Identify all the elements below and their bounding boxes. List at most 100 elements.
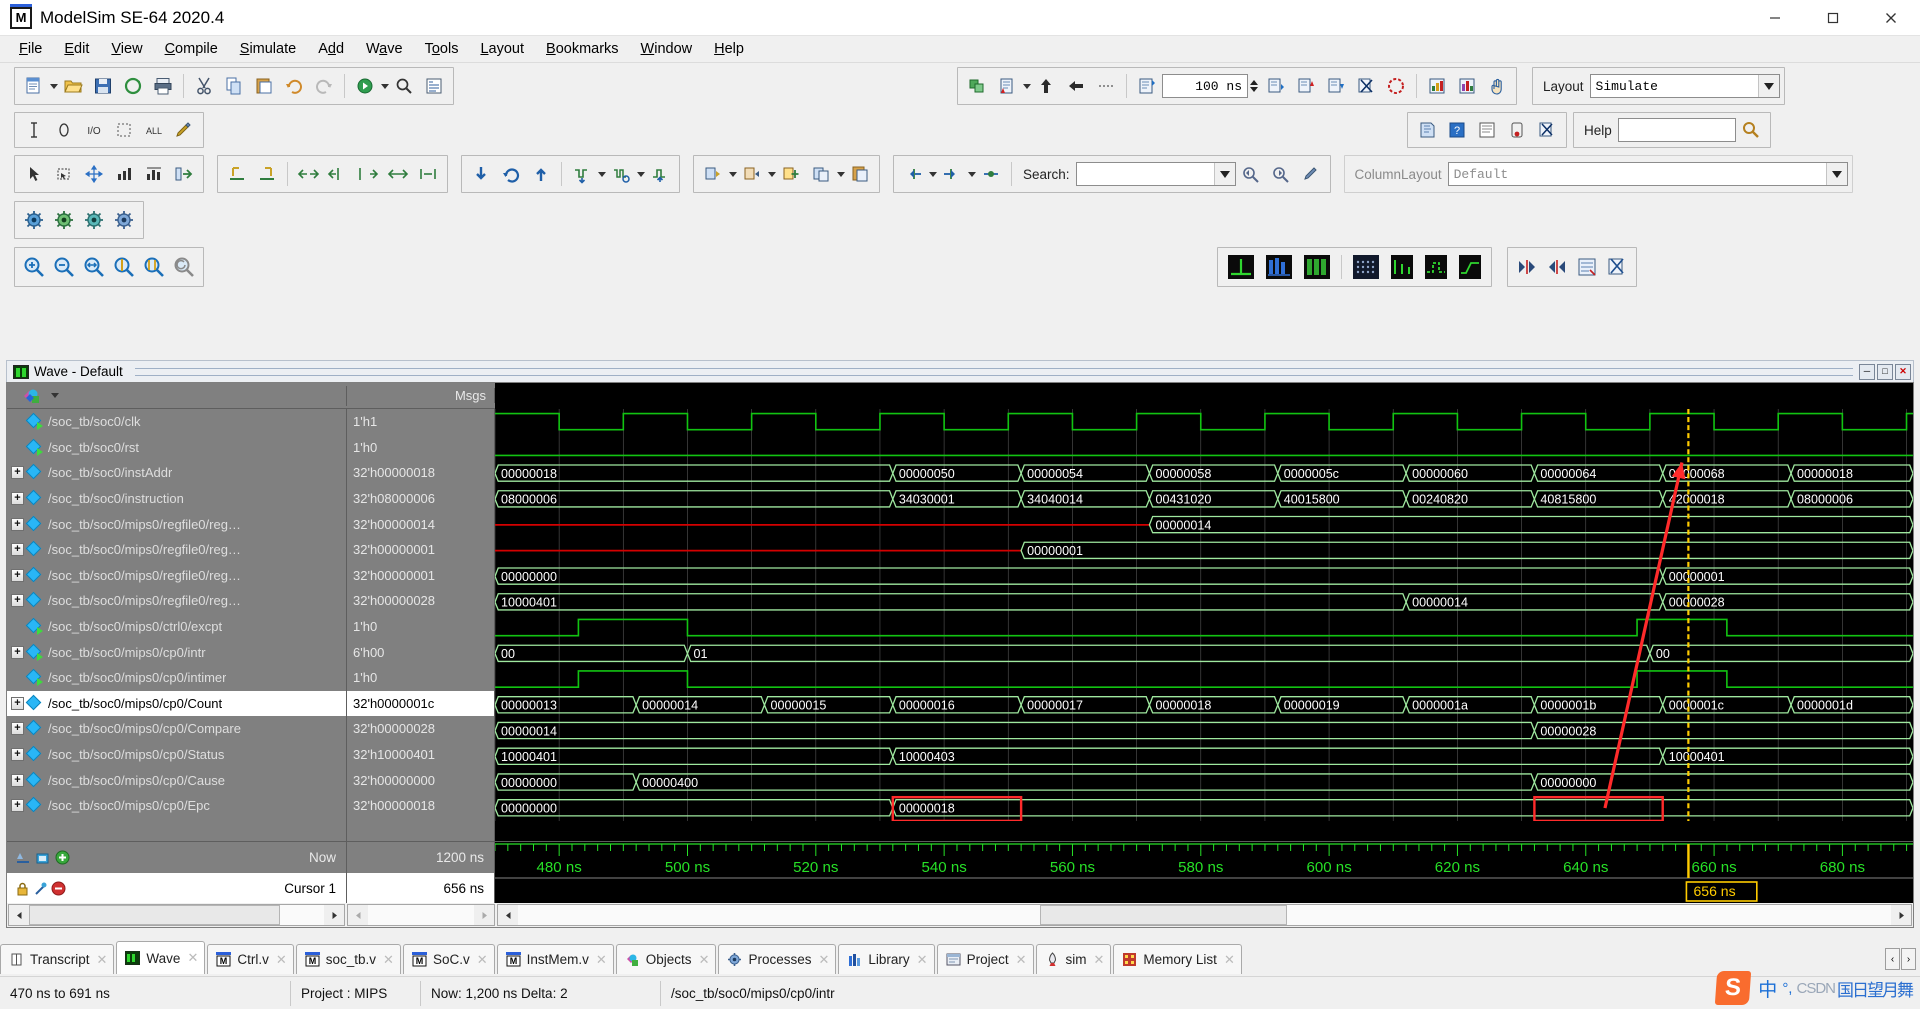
paste-icon[interactable] [251, 73, 277, 99]
values-scroll-track[interactable] [368, 905, 474, 925]
step-over-icon[interactable] [1293, 73, 1319, 99]
find-icon[interactable] [391, 73, 417, 99]
tab-scroll-left-icon[interactable]: ‹ [1885, 948, 1900, 970]
sort-ascending-icon[interactable] [111, 161, 137, 187]
insert-cursor-right-icon[interactable] [254, 161, 280, 187]
expand-icon[interactable]: + [11, 696, 24, 710]
step-icon[interactable] [1134, 73, 1160, 99]
wave-maximize-button[interactable]: □ [1877, 363, 1893, 380]
minimize-button[interactable] [1746, 0, 1804, 36]
run-length-input[interactable]: 100 ns [1162, 74, 1248, 98]
signal-row-2[interactable]: + /soc_tb/soc0/instAddr [7, 460, 346, 486]
values-hscrollbar[interactable] [347, 904, 495, 926]
expand-icon[interactable]: + [11, 645, 24, 659]
menu-view[interactable]: View [100, 38, 153, 60]
tab-close-icon[interactable]: ✕ [1094, 952, 1105, 968]
signal-row-11[interactable]: + /soc_tb/soc0/mips0/cp0/Count [7, 690, 346, 717]
wave-hscrollbar[interactable] [497, 904, 1912, 926]
menu-help[interactable]: Help [703, 38, 755, 60]
run-all-icon[interactable] [1063, 73, 1089, 99]
tab-sim[interactable]: sim ✕ [1035, 944, 1112, 974]
profile-icon[interactable] [1424, 73, 1450, 99]
dashed-box-icon[interactable] [111, 117, 137, 143]
zoom-in-icon[interactable] [21, 254, 47, 280]
wave-down-dropdown-icon[interactable] [598, 171, 606, 177]
expand-icon[interactable]: + [11, 466, 24, 480]
signal-row-12[interactable]: + /soc_tb/soc0/mips0/cp0/Compare [7, 716, 346, 742]
zoom-full-icon[interactable] [81, 254, 107, 280]
signal-row-7[interactable]: + /soc_tb/soc0/mips0/regfile0/reg… [7, 588, 346, 614]
expand-icon[interactable]: + [11, 773, 24, 787]
waveform-canvas[interactable]: 00000018 00000050 00000054 00000058 0000005c… [495, 409, 1913, 822]
scroll-left-icon[interactable] [9, 905, 29, 925]
continue-run-icon[interactable] [1033, 73, 1059, 99]
menu-compile[interactable]: Compile [154, 38, 229, 60]
signal-row-5[interactable]: + /soc_tb/soc0/mips0/regfile0/reg… [7, 537, 346, 563]
zoom-cursor-icon[interactable] [111, 254, 137, 280]
wave-scroll-track[interactable] [518, 905, 1891, 925]
columnlayout-combo[interactable]: Default [1447, 162, 1848, 186]
format-ramp-icon[interactable] [1455, 254, 1485, 280]
step-out-icon[interactable] [1323, 73, 1349, 99]
tab-objects[interactable]: Objects ✕ [615, 944, 717, 974]
wave-filter-dropdown-icon[interactable] [637, 171, 645, 177]
all-tool-icon[interactable]: ALL [141, 117, 167, 143]
tab-close-icon[interactable]: ✕ [477, 952, 488, 968]
expand-icon[interactable]: + [11, 594, 24, 608]
signal-row-14[interactable]: + /soc_tb/soc0/mips0/cp0/Cause [7, 767, 346, 793]
circle-tool-icon[interactable] [51, 117, 77, 143]
tab-project[interactable]: Project ✕ [936, 944, 1034, 974]
signal-row-10[interactable]: /soc_tb/soc0/mips0/cp0/intimer [7, 665, 346, 691]
run-icon[interactable] [994, 73, 1020, 99]
pointer-icon[interactable] [21, 161, 47, 187]
gear-blue-icon[interactable] [111, 207, 137, 233]
names-scroll-thumb[interactable] [29, 905, 280, 925]
signal-name-column[interactable]: /soc_tb/soc0/clk/soc_tb/soc0/rst + /soc_tb… [7, 409, 347, 841]
zoom-out-icon[interactable] [51, 254, 77, 280]
tab-scroll-right-icon[interactable]: › [1901, 948, 1916, 970]
layout-combo[interactable]: Simulate [1589, 74, 1780, 98]
memory-profile-icon[interactable] [1454, 73, 1480, 99]
tab-soc-tb-v[interactable]: Msoc_tb.v ✕ [295, 944, 401, 974]
sort-group-icon[interactable] [141, 161, 167, 187]
tab-memory-list[interactable]: Memory List ✕ [1113, 944, 1242, 974]
close-all-icon[interactable] [1534, 117, 1560, 143]
menu-simulate[interactable]: Simulate [229, 38, 307, 60]
signal-row-8[interactable]: /soc_tb/soc0/mips0/ctrl0/excpt [7, 614, 346, 640]
tab-close-icon[interactable]: ✕ [917, 952, 928, 968]
copy-wave-dropdown-icon[interactable] [837, 171, 845, 177]
wave-filter-icon[interactable] [608, 161, 634, 187]
compile-dropdown-icon[interactable] [381, 83, 389, 89]
compile-icon[interactable] [352, 73, 378, 99]
align-group-icon[interactable] [415, 161, 441, 187]
help-search-input[interactable] [1617, 118, 1736, 142]
step-into-icon[interactable] [1263, 73, 1289, 99]
restart-icon[interactable] [964, 73, 990, 99]
expand-icon[interactable]: + [11, 748, 24, 762]
signal-row-0[interactable]: /soc_tb/soc0/clk [7, 409, 346, 435]
tab-ctrl-v[interactable]: M Ctrl.v ✕ [207, 944, 294, 974]
signal-row-3[interactable]: + /soc_tb/soc0/instruction [7, 486, 346, 512]
cursor1-row[interactable]: Cursor 1 [7, 873, 346, 904]
menu-bookmarks[interactable]: Bookmarks [535, 38, 630, 60]
run-wave-icon[interactable] [171, 161, 197, 187]
scroll-right-icon[interactable] [324, 905, 344, 925]
menu-add[interactable]: Add [307, 38, 355, 60]
expand-icon[interactable]: + [11, 722, 24, 736]
add-group-icon[interactable] [778, 161, 804, 187]
search-options-icon[interactable] [1298, 161, 1324, 187]
signal-row-9[interactable]: + /soc_tb/soc0/mips0/cp0/intr [7, 639, 346, 665]
maximize-button[interactable] [1804, 0, 1862, 36]
format-literal-icon[interactable] [1224, 254, 1258, 280]
signal-row-6[interactable]: + /soc_tb/soc0/mips0/regfile0/reg… [7, 563, 346, 589]
group-icon[interactable] [700, 161, 726, 187]
wave-down-icon[interactable] [569, 161, 595, 187]
new-file-dropdown-icon[interactable] [50, 83, 58, 89]
format-dots-icon[interactable] [1349, 254, 1383, 280]
help-topics-icon[interactable]: ? [1444, 117, 1470, 143]
names-scroll-track[interactable] [29, 905, 324, 925]
wave-close-button[interactable]: ✕ [1895, 363, 1911, 380]
undo-icon[interactable] [281, 73, 307, 99]
wave-menu-dropdown-icon[interactable] [51, 393, 59, 398]
bookmark-icon[interactable] [1414, 117, 1440, 143]
